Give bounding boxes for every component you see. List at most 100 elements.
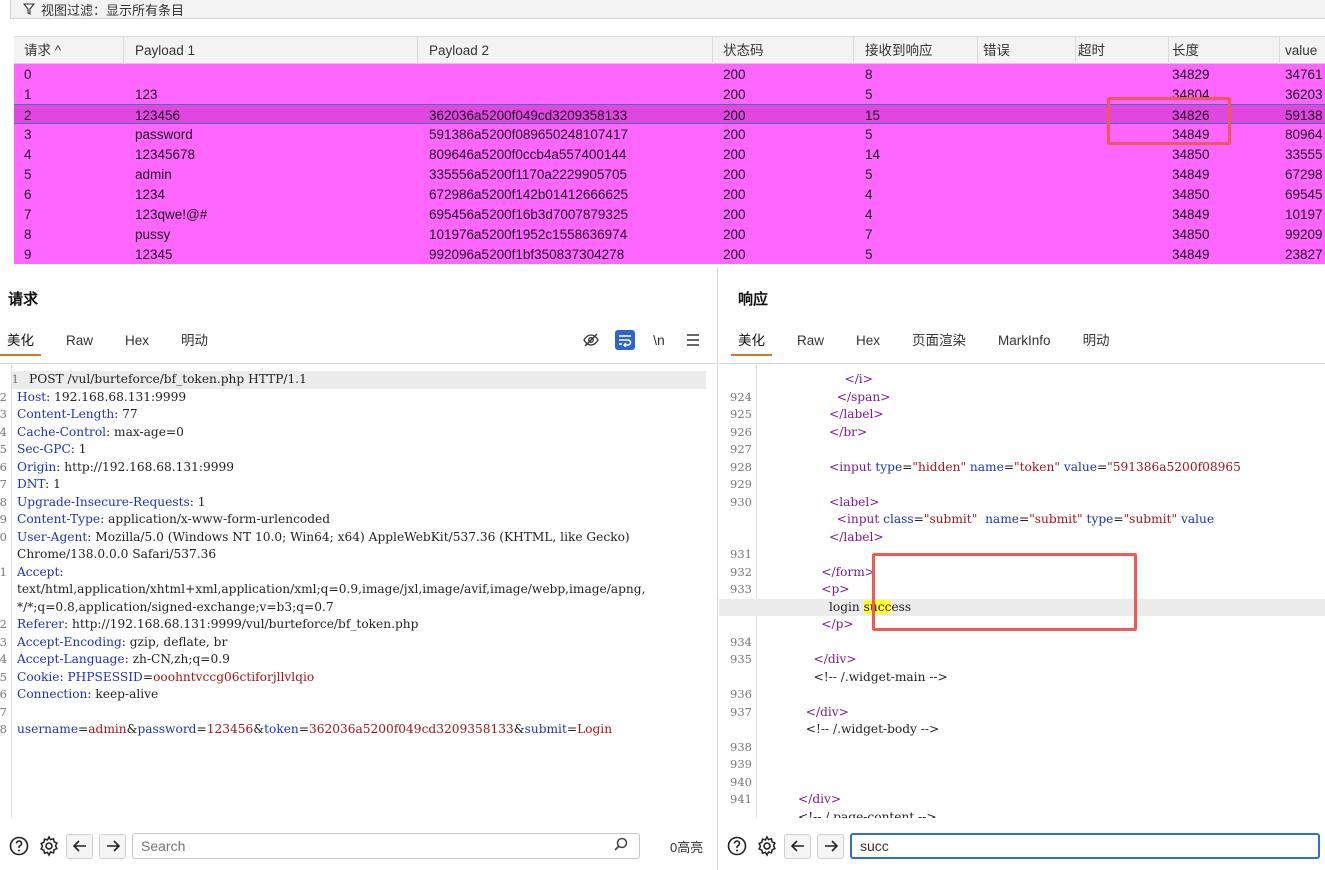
search-icon[interactable]	[614, 837, 628, 854]
column-header-value[interactable]: value	[1280, 37, 1325, 64]
table-cell-req: 5	[24, 167, 32, 182]
table-row[interactable]: 5 admin 335556a5200f1170a2229905705 200 5 348…	[14, 164, 1325, 184]
settings-gear-icon[interactable]	[38, 835, 60, 857]
table-cell-p1: password	[135, 127, 193, 142]
request-tab-hex[interactable]: Hex	[118, 326, 156, 356]
code-token: : zh-CN,zh;q=0.9	[124, 652, 230, 666]
column-header-payload1[interactable]: Payload 1	[124, 37, 418, 64]
wrap-icon[interactable]	[615, 330, 635, 350]
response-tab-raw[interactable]: Raw	[790, 326, 831, 356]
code-text: </div>	[767, 704, 849, 722]
column-header-length[interactable]: 长度	[1169, 37, 1280, 64]
help-icon[interactable]	[8, 835, 30, 857]
column-header-payload2[interactable]: Payload 2	[418, 37, 713, 64]
request-editor[interactable]: 1 POST /vul/burteforce/bf_token.php HTTP/…	[0, 365, 712, 818]
code-token: : 77	[114, 407, 138, 421]
table-cell-p1: 12345	[135, 247, 173, 262]
response-tab-markinfo[interactable]: MarkInfo	[991, 326, 1058, 356]
code-line: 4 Cache-Control: max-age=0	[0, 424, 712, 442]
code-line: 940	[719, 774, 1325, 792]
column-header-request[interactable]: 请求 ^	[14, 37, 124, 64]
response-tab-mingdong[interactable]: 明动	[1076, 326, 1117, 356]
code-token: </i>	[844, 372, 873, 386]
table-cell-p1: admin	[135, 167, 172, 182]
filter-icon	[23, 3, 35, 15]
table-row[interactable]: 8 pussy 101976a5200f1952c1558636974 200 7 348…	[14, 224, 1325, 244]
code-token: <!-- /.widget-main -->	[813, 669, 948, 684]
search-prev-button[interactable]	[784, 833, 811, 859]
code-line: 927	[719, 441, 1325, 459]
line-number: 2	[0, 617, 7, 631]
request-tab-pretty[interactable]: 美化	[0, 326, 41, 356]
request-search-input[interactable]	[132, 833, 640, 859]
table-cell-err	[978, 164, 1076, 184]
table-row[interactable]: 9 12345 992096a5200f1bf350837304278 200 5 348…	[14, 244, 1325, 264]
code-token: </label>	[829, 529, 884, 544]
response-tab-pretty[interactable]: 美化	[731, 326, 772, 356]
table-row[interactable]: 0 200 8 34829 34761	[14, 64, 1325, 84]
request-tab-mingdong[interactable]: 明动	[174, 326, 215, 356]
line-number: 931	[730, 547, 752, 561]
code-token: Accept	[17, 564, 60, 579]
code-line: 939	[719, 756, 1325, 774]
table-cell-val: 10197	[1285, 207, 1323, 222]
settings-gear-icon[interactable]	[756, 835, 778, 857]
table-row[interactable]: 4 12345678 809646a5200f0ccb4a557400144 200 1…	[14, 144, 1325, 164]
code-token: Accept-Encoding	[17, 634, 122, 649]
code-line: 926 </br>	[719, 424, 1325, 442]
menu-icon[interactable]	[683, 330, 703, 350]
table-row[interactable]: 6 1234 672986a5200f142b01412666625 200 4 3485…	[14, 184, 1325, 204]
table-cell-recv: 7	[865, 227, 873, 242]
code-text: <p>	[767, 581, 849, 599]
line-number: 1	[11, 372, 19, 386]
code-line: </label>	[719, 529, 1325, 547]
search-next-button[interactable]	[99, 833, 126, 859]
response-tab-hex[interactable]: Hex	[849, 326, 887, 356]
response-tabs-divider	[719, 363, 1325, 364]
code-line: <!-- /.page-content -->	[719, 809, 1325, 819]
search-prev-button[interactable]	[66, 833, 93, 859]
newline-icon[interactable]: \n	[649, 330, 669, 350]
column-header-response-received[interactable]: 接收到响应	[854, 37, 978, 64]
table-cell-p1: 12345678	[135, 147, 196, 162]
code-text: Origin: http://192.168.68.131:9999	[17, 459, 234, 477]
table-cell-err	[978, 84, 1076, 104]
search-next-button[interactable]	[817, 833, 844, 859]
eye-slash-icon[interactable]	[581, 330, 601, 350]
code-token: Upgrade-Insecure-Requests	[17, 494, 190, 509]
code-token: <p>	[821, 582, 850, 596]
code-token: <input	[836, 512, 884, 526]
code-text: Accept-Language: zh-CN,zh;q=0.9	[17, 651, 230, 669]
column-header-error[interactable]: 错误	[978, 37, 1076, 64]
help-icon[interactable]	[726, 835, 748, 857]
table-cell-req: 1	[24, 87, 32, 102]
line-number: 7	[0, 477, 7, 491]
request-panel: 请求 美化 Raw Hex 明动 \n 1 POST /vul/burteforc…	[0, 268, 718, 870]
code-text: <input type="hidden" name="token" value=…	[767, 459, 1241, 477]
response-tab-render[interactable]: 页面渲染	[905, 326, 973, 356]
code-text: </label>	[767, 406, 884, 424]
table-cell-len: 34850	[1172, 187, 1210, 202]
table-cell-p2	[418, 64, 713, 84]
table-cell-p2: 591386a5200f089650248107417	[429, 127, 628, 142]
code-line: 928 <input type="hidden" name="token" va…	[719, 459, 1325, 477]
column-header-status[interactable]: 状态码	[713, 37, 854, 64]
code-line: 8 Upgrade-Insecure-Requests: 1	[0, 494, 712, 512]
response-panel-title: 响应	[738, 291, 769, 308]
code-text: Content-Length: 77	[17, 406, 138, 424]
table-row[interactable]: 7 123qwe!@# 695456a5200f16b3d7007879325 200…	[14, 204, 1325, 224]
request-tab-raw[interactable]: Raw	[59, 326, 100, 356]
code-token: class	[883, 512, 914, 526]
table-cell-timeout	[1076, 164, 1169, 184]
code-text: */*;q=0.8,application/signed-exchange;v=…	[17, 599, 334, 617]
code-token: =	[566, 722, 578, 736]
table-cell-recv: 4	[865, 187, 873, 202]
table-cell-len: 34829	[1172, 67, 1210, 82]
column-header-timeout[interactable]: 超时	[1076, 37, 1169, 64]
response-search-input[interactable]	[850, 833, 1320, 859]
code-token: submit	[524, 722, 567, 736]
view-filter-bar[interactable]: 视图过滤：显示所有条目	[10, 0, 1325, 19]
code-token: </br>	[829, 424, 868, 439]
